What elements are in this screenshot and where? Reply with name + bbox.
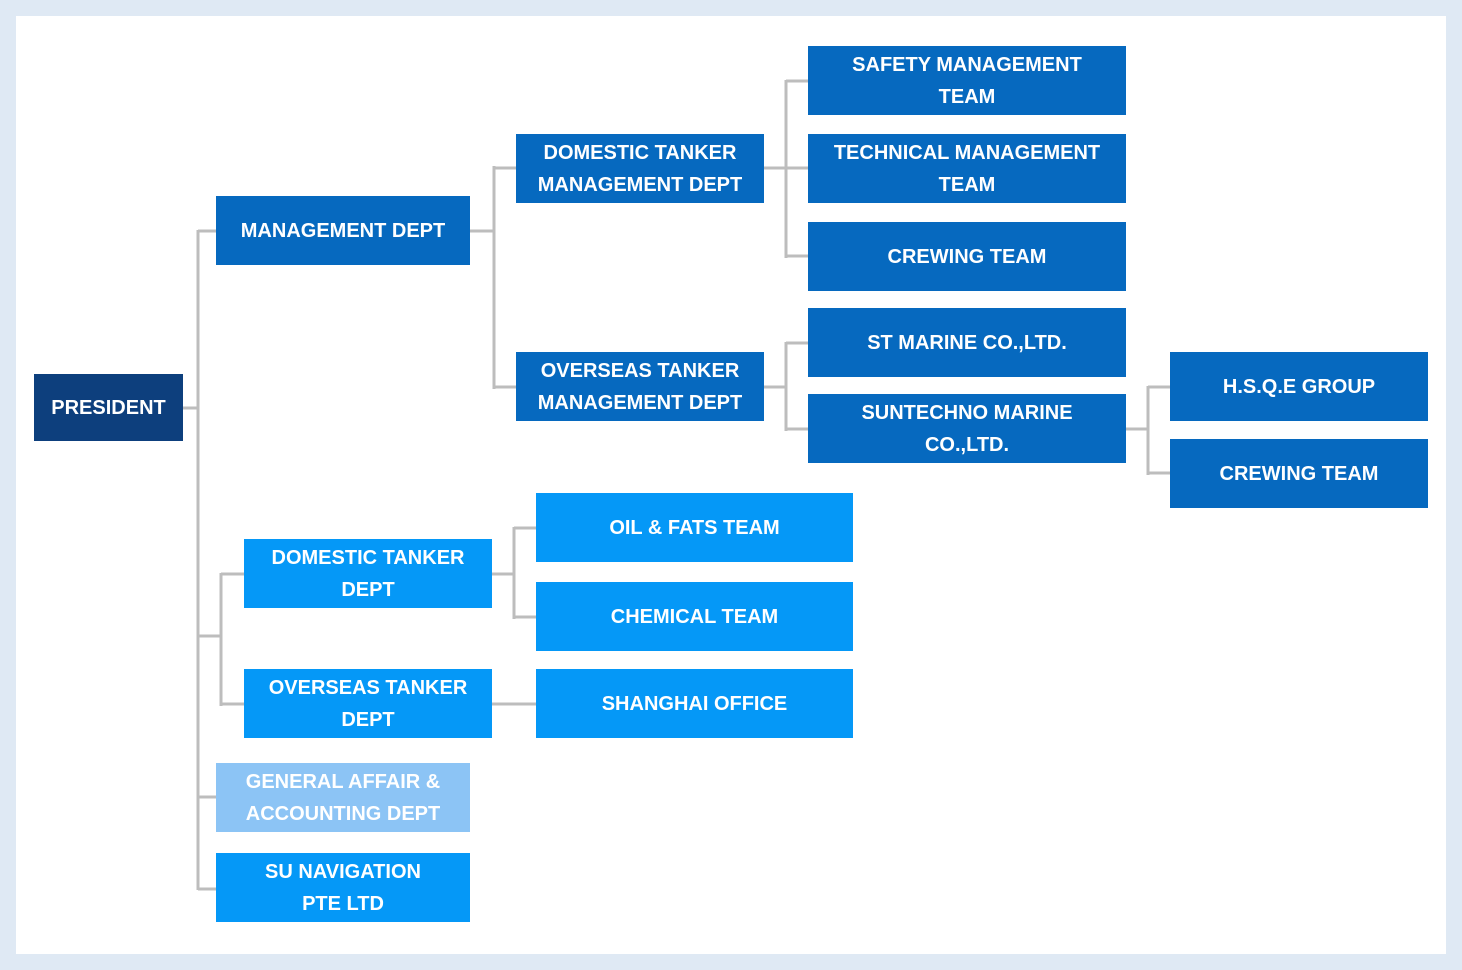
node-st-marine: ST MARINE CO.,LTD.: [808, 308, 1126, 377]
node-safety-management-team: SAFETY MANAGEMENT TEAM: [808, 46, 1126, 115]
node-chemical-team: CHEMICAL TEAM: [536, 582, 853, 651]
node-management-dept: MANAGEMENT DEPT: [216, 196, 470, 265]
node-su-navigation: SU NAVIGATION PTE LTD: [216, 853, 470, 922]
node-domestic-tanker-management-dept: DOMESTIC TANKER MANAGEMENT DEPT: [516, 134, 764, 203]
node-suntechno-marine: SUNTECHNO MARINE CO.,LTD.: [808, 394, 1126, 463]
node-general-affair-accounting-dept: GENERAL AFFAIR & ACCOUNTING DEPT: [216, 763, 470, 832]
node-overseas-tanker-dept: OVERSEAS TANKER DEPT: [244, 669, 492, 738]
node-domestic-tanker-dept: DOMESTIC TANKER DEPT: [244, 539, 492, 608]
node-president: PRESIDENT: [34, 374, 183, 441]
node-overseas-tanker-management-dept: OVERSEAS TANKER MANAGEMENT DEPT: [516, 352, 764, 421]
node-oil-fats-team: OIL & FATS TEAM: [536, 493, 853, 562]
node-technical-management-team: TECHNICAL MANAGEMENT TEAM: [808, 134, 1126, 203]
node-shanghai-office: SHANGHAI OFFICE: [536, 669, 853, 738]
node-suntechno-crewing-team: CREWING TEAM: [1170, 439, 1428, 508]
node-hsqe-group: H.S.Q.E GROUP: [1170, 352, 1428, 421]
node-crewing-team: CREWING TEAM: [808, 222, 1126, 291]
